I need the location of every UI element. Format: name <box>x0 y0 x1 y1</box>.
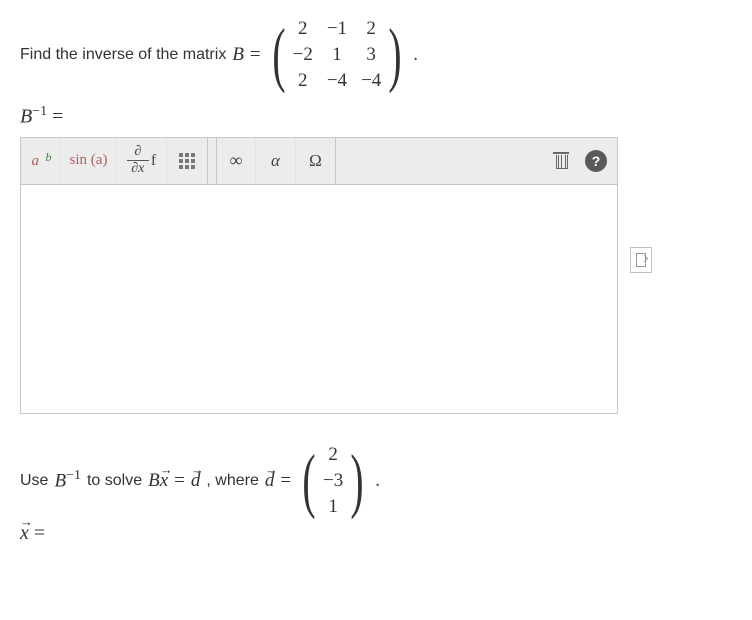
fullscreen-button[interactable] <box>630 247 652 273</box>
paren-left: ( <box>302 450 315 511</box>
problem-1-row: Find the inverse of the matrix B = ( 2 −… <box>20 18 732 92</box>
infinity-icon: ∞ <box>230 150 243 171</box>
toolbar-group-1: a b sin (a) ∂ ∂x f <box>21 138 208 184</box>
answer-label-x: →x = <box>20 522 732 545</box>
matrix-cell: 2 <box>293 70 313 92</box>
vec-d: →d <box>191 470 201 492</box>
matrix-B: ( 2 −1 2 −2 1 3 2 −4 −4 ) <box>267 18 408 92</box>
vec-x: →x <box>160 470 168 492</box>
vector-d-value: ( 2 −3 1 ) <box>297 444 369 518</box>
exp-neg1: −1 <box>32 104 47 119</box>
editor-input[interactable] <box>20 184 618 414</box>
to-solve-text: to solve <box>87 472 142 490</box>
toolbar-group-2: ∞ α Ω <box>216 138 336 184</box>
paren-right: ) <box>389 24 402 85</box>
period: . <box>413 44 418 66</box>
paren-left: ( <box>272 24 285 85</box>
tab-calculus[interactable]: ∂ ∂x f <box>117 138 167 184</box>
vector-cell: 2 <box>323 444 343 466</box>
tab-exponent[interactable]: a b <box>21 138 61 184</box>
help-icon: ? <box>592 153 601 169</box>
partial-icon: ∂ ∂x f <box>127 145 156 176</box>
clear-button[interactable] <box>549 148 575 174</box>
vec-d: →d <box>265 470 275 492</box>
prompt-text: Find the inverse of the matrix <box>20 46 226 64</box>
toolbar-right: ? <box>549 148 617 174</box>
equals-sign: = <box>34 522 45 544</box>
matrix-icon <box>179 153 195 169</box>
tab-greek-upper[interactable]: Ω <box>296 138 336 184</box>
paren-right: ) <box>351 450 364 511</box>
vector-cell: 1 <box>323 496 343 518</box>
trash-icon <box>555 153 569 169</box>
B-var: B <box>54 471 66 492</box>
matrix-cell: 2 <box>361 18 381 40</box>
document-icon <box>636 253 646 267</box>
equals-sign: = <box>280 470 291 492</box>
vec-x: →x <box>20 522 29 545</box>
help-button[interactable]: ? <box>585 150 607 172</box>
sin-label: sin (a) <box>70 152 108 169</box>
matrix-cell: −4 <box>327 70 347 92</box>
matrix-body: 2 −1 2 −2 1 3 2 −4 −4 <box>291 18 384 92</box>
editor-toolbar: a b sin (a) ∂ ∂x f <box>20 137 618 184</box>
exponent-icon: a b <box>30 150 52 172</box>
matrix-cell: 3 <box>361 44 381 66</box>
period: . <box>375 470 380 492</box>
equation-editor-wrap: a b sin (a) ∂ ∂x f <box>20 137 732 414</box>
tab-matrix[interactable] <box>167 138 207 184</box>
exp-neg1: −1 <box>66 468 81 483</box>
matrix-cell: −2 <box>293 44 313 66</box>
B-var: B <box>148 470 160 491</box>
B-var: B <box>20 106 32 128</box>
equation-editor: a b sin (a) ∂ ∂x f <box>20 137 618 414</box>
omega-icon: Ω <box>309 151 322 171</box>
equals-sign: = <box>250 44 261 66</box>
matrix-cell: −4 <box>361 70 381 92</box>
vector-cell: −3 <box>323 470 343 492</box>
problem-2-row: Use B−1 to solve B→x = →d , where →d = (… <box>20 444 732 518</box>
use-text: Use <box>20 472 48 490</box>
equals-sign: = <box>174 470 185 492</box>
where-text: , where <box>206 472 258 490</box>
tab-greek-lower[interactable]: α <box>256 138 296 184</box>
matrix-cell: 2 <box>293 18 313 40</box>
matrix-var: B <box>232 44 244 66</box>
equals-sign: = <box>52 106 63 128</box>
answer-label-Binv: B−1 = <box>20 104 732 129</box>
vector-body: 2 −3 1 <box>321 444 345 518</box>
tab-trig[interactable]: sin (a) <box>61 138 117 184</box>
matrix-cell: 1 <box>327 44 347 66</box>
alpha-icon: α <box>271 151 280 171</box>
tab-infinity[interactable]: ∞ <box>216 138 256 184</box>
matrix-cell: −1 <box>327 18 347 40</box>
